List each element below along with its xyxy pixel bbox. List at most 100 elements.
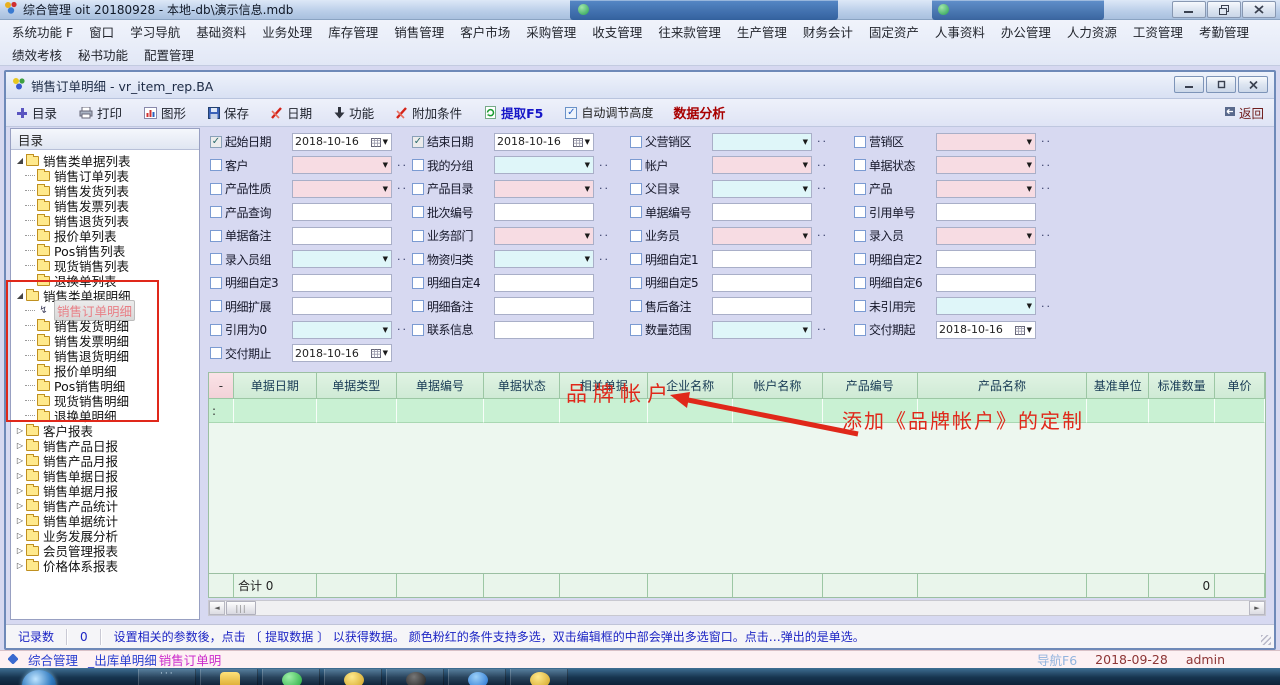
taskbar-app-green[interactable]	[262, 669, 320, 685]
checkbox[interactable]	[630, 159, 642, 171]
checkbox[interactable]	[630, 136, 642, 148]
dropdown-arrow-icon[interactable]: ▼	[585, 185, 591, 193]
multi-select-dots[interactable]: ··	[397, 159, 408, 172]
checkbox[interactable]	[210, 277, 222, 289]
checkbox[interactable]	[210, 206, 222, 218]
dropdown-arrow-icon[interactable]: ▼	[383, 138, 389, 146]
filter-field-cyan[interactable]: ▼	[494, 250, 594, 268]
checkbox[interactable]	[412, 324, 424, 336]
expand-icon[interactable]: ▷	[15, 501, 25, 510]
taskbar-app-dots[interactable]: ···	[138, 669, 196, 685]
checkbox[interactable]	[854, 136, 866, 148]
filter-field-text[interactable]	[292, 274, 392, 292]
expand-icon[interactable]: ▷	[15, 456, 25, 465]
menu-item[interactable]: 人力资源	[1059, 22, 1125, 41]
open-window-tab-active[interactable]: 销售订单明	[159, 650, 222, 669]
filter-field-pink[interactable]: ▼	[936, 180, 1036, 198]
checkbox[interactable]	[412, 277, 424, 289]
menu-item[interactable]: 财务会计	[795, 22, 861, 41]
menu-item[interactable]: 办公管理	[993, 22, 1059, 41]
menu-item[interactable]: 业务处理	[254, 22, 320, 41]
collapse-icon[interactable]: ◢	[15, 156, 25, 165]
filter-field-text[interactable]	[292, 297, 392, 315]
taskbar-app-blue[interactable]	[448, 669, 506, 685]
checkbox[interactable]	[630, 300, 642, 312]
checkbox[interactable]	[854, 159, 866, 171]
multi-select-dots[interactable]: ··	[817, 159, 828, 172]
menu-item[interactable]: 往来款管理	[650, 22, 729, 41]
catalog-button[interactable]: 目录	[16, 103, 57, 122]
checkbox[interactable]	[412, 206, 424, 218]
open-window-tab[interactable]: 综合管理	[28, 650, 78, 669]
expand-icon[interactable]: ▷	[15, 426, 25, 435]
dropdown-arrow-icon[interactable]: ▼	[383, 255, 389, 263]
checkbox[interactable]	[210, 183, 222, 195]
print-button[interactable]: 打印	[79, 103, 122, 122]
table-cell[interactable]: :	[209, 399, 234, 423]
column-header[interactable]: 产品编号	[823, 373, 918, 399]
dropdown-arrow-icon[interactable]: ▼	[383, 326, 389, 334]
checkbox[interactable]	[854, 300, 866, 312]
filter-field-text[interactable]	[494, 274, 594, 292]
filter-field-cyan[interactable]: ▼	[292, 321, 392, 339]
checkbox[interactable]	[854, 206, 866, 218]
filter-field-text[interactable]	[712, 203, 812, 221]
checkbox[interactable]	[412, 253, 424, 265]
column-header[interactable]: 单据状态	[484, 373, 560, 399]
filter-field-pink[interactable]: ▼	[712, 156, 812, 174]
calendar-icon[interactable]: ▼	[573, 137, 591, 147]
checkbox-checked[interactable]: ✓	[210, 136, 222, 148]
dropdown-arrow-icon[interactable]: ▼	[585, 232, 591, 240]
checkbox[interactable]	[210, 253, 222, 265]
extract-button[interactable]: 提取F5	[484, 103, 543, 122]
expand-icon[interactable]: ▷	[15, 546, 25, 555]
checkbox[interactable]	[210, 347, 222, 359]
filter-field-text[interactable]	[936, 250, 1036, 268]
menu-item[interactable]: 考勤管理	[1191, 22, 1257, 41]
dropdown-arrow-icon[interactable]: ▼	[803, 232, 809, 240]
filter-field-date[interactable]: 2018-10-16▼	[292, 344, 392, 362]
checkbox-checked[interactable]: ✓	[412, 136, 424, 148]
date-button[interactable]: 日期	[271, 103, 312, 122]
menu-item[interactable]: 固定资产	[861, 22, 927, 41]
checkbox[interactable]	[210, 159, 222, 171]
filter-field-pink[interactable]: ▼	[494, 180, 594, 198]
resize-grip[interactable]	[1261, 635, 1271, 645]
filter-field-date[interactable]: 2018-10-16▼	[936, 321, 1036, 339]
scroll-right-icon[interactable]: ►	[1249, 601, 1265, 615]
table-cell[interactable]	[733, 399, 823, 423]
calendar-icon[interactable]: ▼	[371, 137, 389, 147]
filter-field-pink[interactable]: ▼	[936, 133, 1036, 151]
checkbox[interactable]	[210, 300, 222, 312]
menu-item[interactable]: 工资管理	[1125, 22, 1191, 41]
taskbar-app-dark[interactable]	[386, 669, 444, 685]
menu-item[interactable]: 人事资料	[927, 22, 993, 41]
extra-condition-button[interactable]: 附加条件	[396, 103, 462, 122]
column-header[interactable]: -	[209, 373, 234, 399]
multi-select-dots[interactable]: ··	[397, 182, 408, 195]
checkbox[interactable]	[210, 324, 222, 336]
scroll-left-icon[interactable]: ◄	[209, 601, 225, 615]
checkbox[interactable]	[412, 300, 424, 312]
table-cell[interactable]	[397, 399, 485, 423]
column-header[interactable]: 产品名称	[918, 373, 1088, 399]
menu-item[interactable]: 秘书功能	[70, 45, 136, 64]
checkbox[interactable]	[854, 277, 866, 289]
restore-button[interactable]	[1207, 1, 1241, 18]
filter-field-pink[interactable]: ▼	[936, 227, 1036, 245]
filter-field-date[interactable]: 2018-10-16▼	[292, 133, 392, 151]
dropdown-arrow-icon[interactable]: ▼	[803, 161, 809, 169]
expand-icon[interactable]: ▷	[15, 531, 25, 540]
multi-select-dots[interactable]: ··	[599, 229, 610, 242]
dropdown-arrow-icon[interactable]: ▼	[1027, 161, 1033, 169]
checkbox[interactable]	[630, 277, 642, 289]
auto-height-toggle[interactable]: ✓ 自动调节高度	[565, 104, 653, 121]
background-window[interactable]	[932, 0, 1104, 20]
filter-field-cyan[interactable]: ▼	[292, 250, 392, 268]
menu-item[interactable]: 系统功能 F	[4, 22, 81, 41]
filter-field-text[interactable]	[292, 227, 392, 245]
multi-select-dots[interactable]: ··	[817, 229, 828, 242]
dropdown-arrow-icon[interactable]: ▼	[1027, 185, 1033, 193]
dropdown-arrow-icon[interactable]: ▼	[383, 349, 389, 357]
filter-field-text[interactable]	[292, 203, 392, 221]
